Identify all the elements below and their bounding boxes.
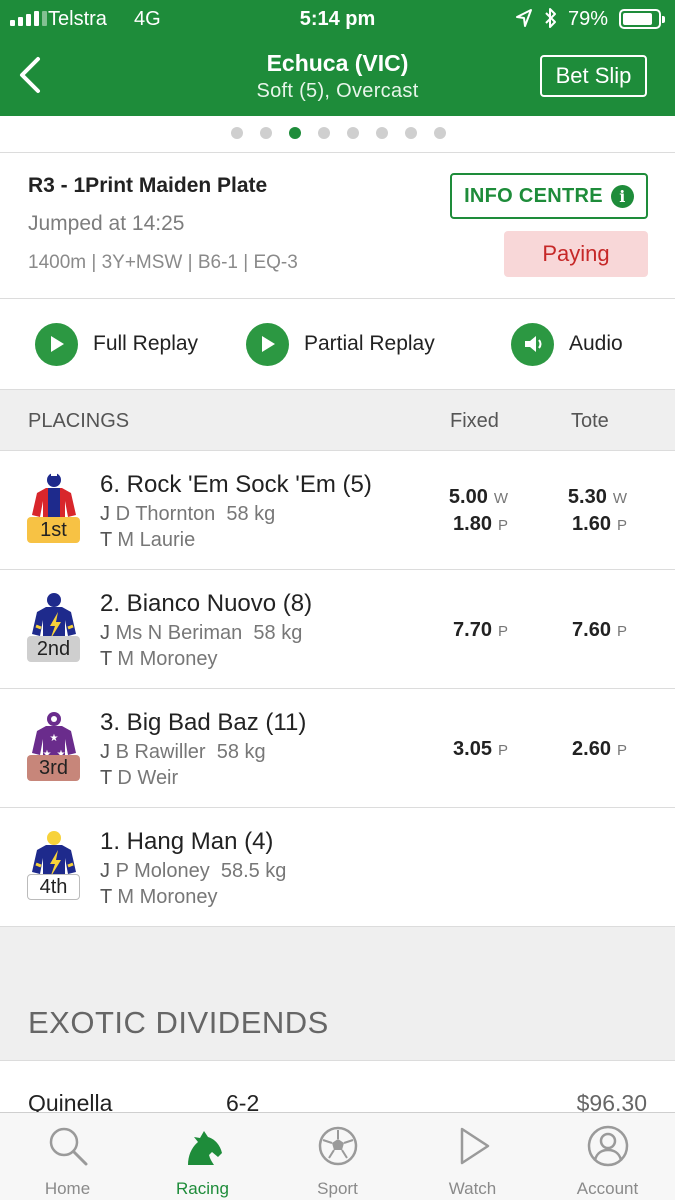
tote-place-odds[interactable]: 2.60 P (572, 738, 627, 761)
race-meta: 1400m | 3Y+MSW | B6-1 | EQ-3 (28, 252, 298, 273)
bluetooth-icon (545, 8, 556, 28)
fixed-place-odds[interactable]: 3.05 P (453, 738, 508, 761)
exotic-dividend-row: Quinella 6-2 $96.30 (0, 1060, 675, 1120)
place-badge: 4th (27, 874, 80, 900)
tote-column-header: Tote (571, 410, 609, 432)
placings-heading: PLACINGS (28, 410, 130, 432)
audio-label: Audio (569, 332, 623, 355)
full-replay-label: Full Replay (93, 332, 199, 355)
runner-name: 1. Hang Man (4) (100, 828, 274, 855)
play-outline-icon (460, 1127, 490, 1165)
tote-win-odds[interactable]: 5.30 W (568, 486, 627, 509)
play-icon (35, 322, 78, 366)
runner-row[interactable]: 4th 1. Hang Man (4) J P Moloney 58.5 kg … (0, 808, 675, 927)
location-arrow-icon (516, 9, 532, 27)
tab-label: Racing (176, 1179, 229, 1198)
tab-watch[interactable]: Watch (405, 1113, 540, 1200)
page-dot[interactable] (405, 127, 417, 139)
jockey-line: J P Moloney 58.5 kg (100, 860, 287, 882)
jockey-line: J Ms N Beriman 58 kg (100, 622, 303, 644)
place-badge: 1st (27, 517, 80, 543)
user-icon (587, 1125, 629, 1167)
tab-sport[interactable]: Sport (270, 1113, 405, 1200)
trainer-line: T M Moroney (100, 648, 218, 670)
partial-replay-button[interactable]: Partial Replay (246, 322, 435, 366)
page-dot[interactable] (260, 127, 272, 139)
battery-percent: 79% (568, 8, 609, 30)
soccer-ball-icon (318, 1126, 358, 1166)
tote-place-odds[interactable]: 7.60 P (572, 619, 627, 642)
divider (0, 152, 675, 153)
place-badge: 3rd (27, 755, 80, 781)
race-jump-time: Jumped at 14:25 (28, 212, 185, 235)
page-dot[interactable] (376, 127, 388, 139)
horse-head-icon (188, 1131, 222, 1165)
runner-row[interactable]: ★ ★ ★ 3rd 3. Big Bad Baz (11) J B Rawill… (0, 689, 675, 808)
page-dot[interactable] (231, 127, 243, 139)
tab-label: Home (44, 1179, 91, 1198)
bet-slip-button[interactable]: Bet Slip (540, 55, 647, 97)
runner-name: 6. Rock 'Em Sock 'Em (5) (100, 471, 372, 498)
runner-row[interactable]: 1st 6. Rock 'Em Sock 'Em (5) J D Thornto… (0, 451, 675, 570)
race-title: R3 - 1Print Maiden Plate (28, 174, 268, 197)
runner-name: 2. Bianco Nuovo (8) (100, 590, 313, 617)
tab-home[interactable]: Home (0, 1113, 135, 1200)
jockey-line: J D Thornton 58 kg (100, 503, 276, 525)
tab-bar: Home Racing Sport Watch Account (0, 1112, 675, 1200)
audio-button[interactable]: Audio (511, 322, 623, 366)
page-dot[interactable] (347, 127, 359, 139)
partial-replay-label: Partial Replay (304, 332, 435, 355)
tab-label: Watch (448, 1179, 497, 1198)
fixed-win-odds[interactable]: 5.00 W (449, 486, 508, 509)
play-icon (246, 322, 289, 366)
search-icon (49, 1127, 88, 1166)
info-centre-label: INFO CENTRE (464, 184, 603, 207)
page-dot-active[interactable] (289, 127, 301, 139)
tab-racing[interactable]: Racing (135, 1113, 270, 1200)
placings-header: PLACINGS Fixed Tote (0, 389, 675, 451)
trainer-line: T M Moroney (100, 886, 218, 908)
fixed-column-header: Fixed (450, 410, 499, 432)
battery-icon (619, 9, 665, 29)
info-centre-button[interactable]: INFO CENTRE i (450, 173, 648, 219)
info-icon: i (610, 184, 634, 208)
speaker-icon (511, 322, 554, 366)
race-pager[interactable] (0, 127, 675, 139)
trainer-line: T M Laurie (100, 529, 196, 551)
fixed-place-odds[interactable]: 1.80 P (453, 513, 508, 536)
tab-account[interactable]: Account (540, 1113, 675, 1200)
place-badge: 2nd (27, 636, 80, 662)
fixed-place-odds[interactable]: 7.70 P (453, 619, 508, 642)
svg-text:★: ★ (50, 733, 59, 744)
top-bar: Telstra 4G 5:14 pm 79% Echuca (VIC) Soft… (0, 0, 675, 116)
tab-label: Sport (317, 1179, 358, 1198)
status-bar: Telstra 4G 5:14 pm 79% (0, 0, 675, 38)
jockey-line: J B Rawiller 58 kg (100, 741, 266, 763)
tote-place-odds[interactable]: 1.60 P (572, 513, 627, 536)
race-status-badge: Paying (504, 231, 648, 277)
page-dot[interactable] (318, 127, 330, 139)
runner-row[interactable]: 2nd 2. Bianco Nuovo (8) J Ms N Beriman 5… (0, 570, 675, 689)
divider (0, 298, 675, 299)
trainer-line: T D Weir (100, 767, 179, 789)
page-dot[interactable] (434, 127, 446, 139)
exotic-dividends-heading: EXOTIC DIVIDENDS (28, 1005, 329, 1040)
tab-label: Account (576, 1179, 639, 1198)
full-replay-button[interactable]: Full Replay (35, 322, 198, 366)
runner-name: 3. Big Bad Baz (11) (100, 709, 307, 736)
